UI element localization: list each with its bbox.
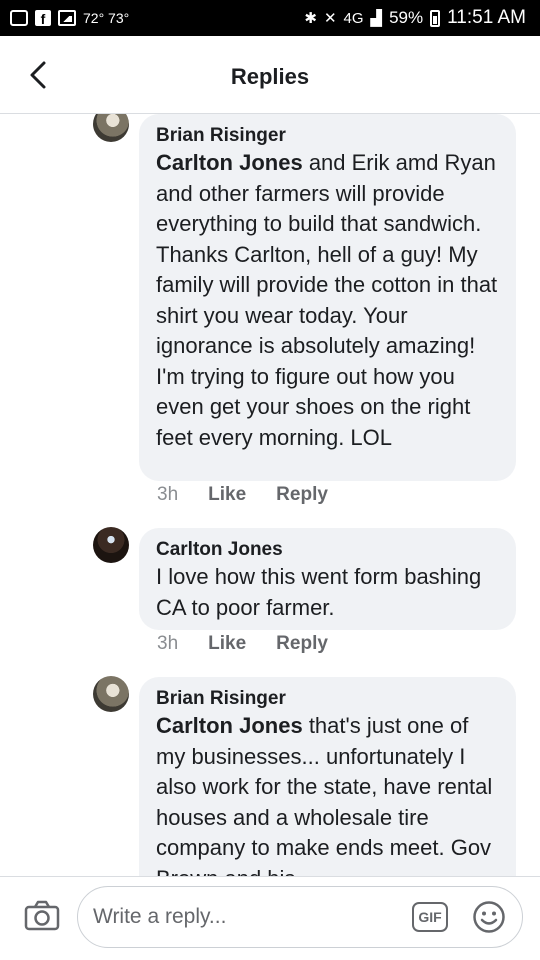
comment-time: 3h [157,633,179,654]
facebook-icon: f [35,10,51,26]
status-bar: f 72° 73° ✱ ✕ 4G ▟ 59% 11:51 AM [0,0,540,36]
comment-author[interactable]: Brian Risinger [156,687,500,711]
comment-bubble: Carlton Jones I love how this went form … [139,528,516,630]
network-type: 4G [343,9,364,27]
message-icon [10,10,28,26]
camera-icon [24,900,60,931]
battery-icon [430,9,441,27]
comment-actions: 3h Like Reply [157,484,328,506]
mute-icon: ✕ [323,10,337,27]
gif-button[interactable]: GIF [412,902,448,932]
status-bar-left: f 72° 73° [10,10,129,26]
avatar[interactable] [93,676,129,712]
reply-button[interactable]: Reply [276,633,328,655]
comment-bubble: Brian Risinger Carlton Jones that's just… [139,677,516,876]
emoji-icon [473,901,505,933]
reply-box: GIF [77,886,523,948]
reply-input[interactable] [93,887,393,947]
like-button[interactable]: Like [208,633,246,655]
comment-body: and Erik amd Ryan and other farmers will… [156,150,498,450]
signal-icon: ▟ [370,10,383,27]
like-button[interactable]: Like [208,484,246,506]
comment-text: Carlton Jones and Erik amd Ryan and othe… [156,148,500,453]
comment-text: Carlton Jones that's just one of my busi… [156,711,500,876]
mention-link[interactable]: Carlton Jones [156,150,303,175]
comment-bubble: Brian Risinger Carlton Jones and Erik am… [139,114,516,481]
comment-actions: 3h Like Reply [157,633,328,655]
clock: 11:51 AM [447,7,526,28]
avatar[interactable] [93,527,129,563]
comment-time: 3h [157,484,179,505]
camera-button[interactable] [24,899,60,933]
replies-list[interactable]: Brian Risinger Carlton Jones and Erik am… [0,114,540,876]
replies-header: Replies [0,36,540,114]
reply-composer: GIF [0,876,540,960]
avatar[interactable] [93,114,129,142]
comment-author[interactable]: Carlton Jones [156,538,500,562]
page-title: Replies [230,64,310,89]
status-bar-right: ✱ ✕ 4G ▟ 59% 11:51 AM [304,7,526,29]
bluetooth-icon: ✱ [304,10,317,27]
weather-temps: 72° 73° [83,10,130,26]
battery-percent: 59% [389,8,424,27]
gallery-icon [58,10,76,26]
comment-body: I love how this went form bashing CA to … [156,564,482,620]
reply-button[interactable]: Reply [276,484,328,506]
mention-link[interactable]: Carlton Jones [156,713,303,738]
emoji-button[interactable] [472,900,506,934]
comment-author[interactable]: Brian Risinger [156,124,500,148]
